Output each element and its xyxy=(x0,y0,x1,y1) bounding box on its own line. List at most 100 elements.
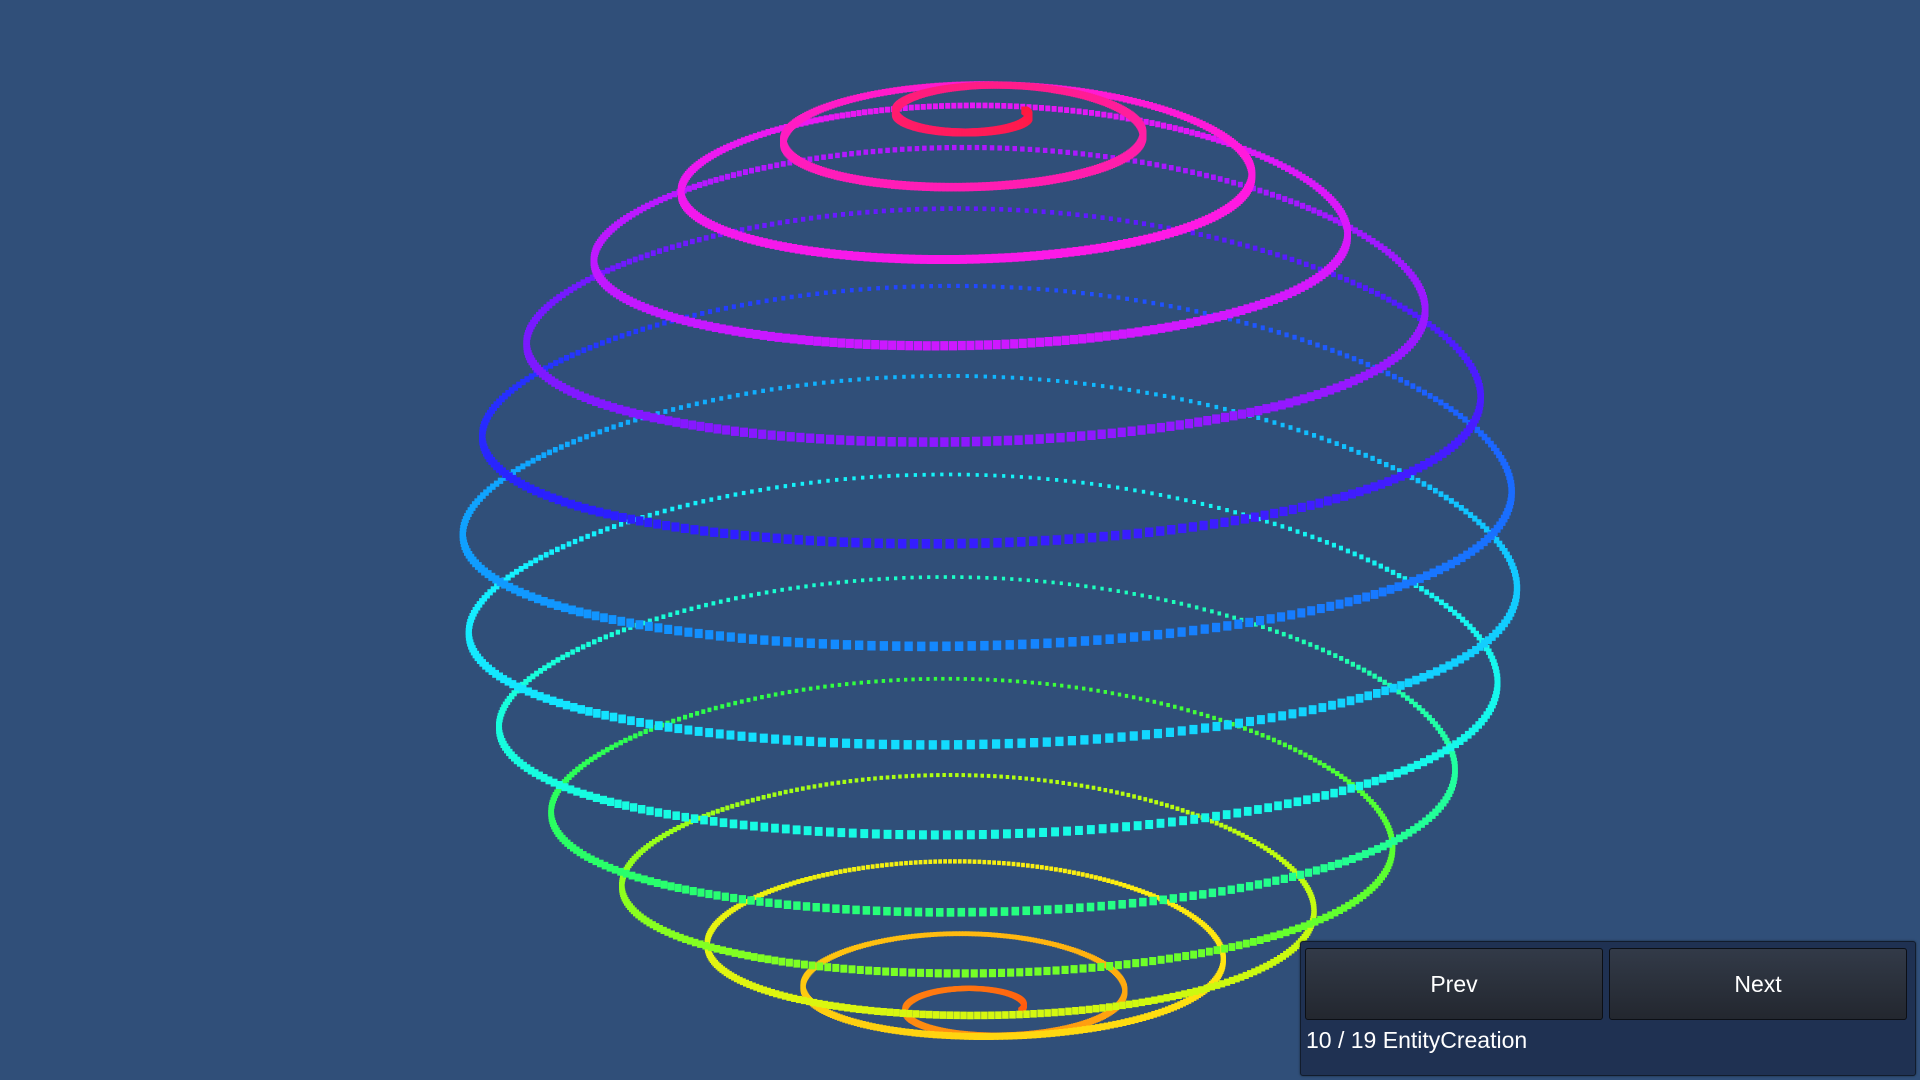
helix-point xyxy=(1133,528,1142,539)
helix-point xyxy=(1321,791,1329,800)
helix-point xyxy=(1009,1011,1016,1019)
helix-point xyxy=(1003,435,1013,446)
helix-point xyxy=(1327,214,1333,221)
next-button[interactable]: Next xyxy=(1609,948,1907,1020)
helix-point xyxy=(1141,730,1150,740)
helix-point xyxy=(910,773,915,778)
helix-point xyxy=(838,1003,845,1011)
helix-point xyxy=(792,482,796,487)
helix-point xyxy=(1292,396,1301,406)
helix-point xyxy=(872,906,881,916)
helix-point xyxy=(808,876,813,881)
helix-point xyxy=(584,434,589,440)
helix-point xyxy=(1160,302,1164,307)
helix-point xyxy=(1044,865,1049,871)
helix-point xyxy=(1185,809,1190,815)
helix-point xyxy=(1213,946,1221,955)
helix-point xyxy=(685,502,690,508)
helix-point xyxy=(1448,498,1454,504)
helix-point xyxy=(1322,212,1328,219)
helix-point xyxy=(518,566,524,572)
helix-point xyxy=(535,455,541,461)
helix-point xyxy=(1140,958,1148,967)
helix-point xyxy=(1018,285,1023,290)
helix-point xyxy=(1353,594,1362,604)
helix-point xyxy=(550,659,556,666)
helix-point xyxy=(1124,486,1128,491)
helix-point xyxy=(1323,496,1332,506)
helix-point xyxy=(796,432,805,443)
helix-point xyxy=(1346,696,1355,706)
helix-point xyxy=(992,640,1002,651)
helix-point xyxy=(1171,395,1176,400)
helix-point xyxy=(1405,695,1410,701)
helix-point xyxy=(1014,435,1023,445)
helix-point xyxy=(1200,132,1206,139)
helix-point xyxy=(1058,1008,1065,1016)
helix-point xyxy=(844,1004,851,1012)
helix-point xyxy=(1367,670,1372,676)
helix-point xyxy=(765,898,773,907)
helix-point xyxy=(1308,642,1313,647)
helix-point xyxy=(822,903,830,913)
helix-point xyxy=(1060,683,1064,688)
helix-point xyxy=(1289,256,1295,263)
helix-point xyxy=(883,829,892,839)
helix-point xyxy=(1177,305,1182,311)
helix-point xyxy=(847,867,852,873)
helix-point xyxy=(1303,752,1308,758)
helix-point xyxy=(757,954,765,963)
helix-point xyxy=(904,907,912,917)
helix-point xyxy=(1396,689,1402,695)
helix-point xyxy=(689,887,697,896)
helix-point xyxy=(977,575,981,580)
helix-point xyxy=(715,307,720,313)
helix-point xyxy=(991,829,999,839)
helix-point xyxy=(1270,508,1279,519)
helix-point xyxy=(938,859,942,864)
helix-point xyxy=(972,436,981,447)
helix-point xyxy=(914,104,920,111)
helix-point xyxy=(789,294,794,300)
helix-point xyxy=(1278,711,1287,721)
helix-point xyxy=(530,457,536,464)
helix-point xyxy=(1317,537,1322,542)
helix-point xyxy=(1250,938,1257,946)
helix-point xyxy=(643,729,648,734)
helix-point xyxy=(960,1011,967,1020)
helix-point xyxy=(734,596,738,601)
helix-point xyxy=(720,704,725,709)
helix-point xyxy=(931,206,936,212)
prev-button[interactable]: Prev xyxy=(1305,948,1603,1020)
helix-point xyxy=(824,213,829,219)
helix-point xyxy=(1052,535,1062,545)
helix-point xyxy=(1378,587,1387,597)
helix-point xyxy=(980,640,989,651)
helix-point xyxy=(955,773,959,778)
helix-point xyxy=(1063,868,1067,874)
helix-point xyxy=(1420,758,1428,767)
helix-point xyxy=(848,378,852,383)
helix-point xyxy=(671,718,676,724)
helix-point xyxy=(634,873,642,882)
helix-point xyxy=(818,639,827,649)
helix-point xyxy=(1145,997,1152,1005)
helix-point xyxy=(653,519,662,529)
helix-point xyxy=(861,1006,869,1014)
helix-point xyxy=(874,679,878,684)
helix-point xyxy=(838,869,843,874)
helix-point xyxy=(570,649,575,655)
helix-point xyxy=(720,528,729,538)
helix-point xyxy=(789,788,794,794)
helix-point xyxy=(606,337,612,344)
helix-point xyxy=(1050,210,1055,215)
helix-point xyxy=(795,787,799,792)
helix-point xyxy=(1189,129,1195,136)
helix-point xyxy=(1018,338,1027,348)
helix-point xyxy=(856,150,861,156)
helix-point xyxy=(1227,885,1235,894)
helix-point xyxy=(1306,500,1315,510)
helix-point xyxy=(940,472,944,477)
helix-point xyxy=(889,862,894,867)
helix-point xyxy=(1159,895,1167,905)
